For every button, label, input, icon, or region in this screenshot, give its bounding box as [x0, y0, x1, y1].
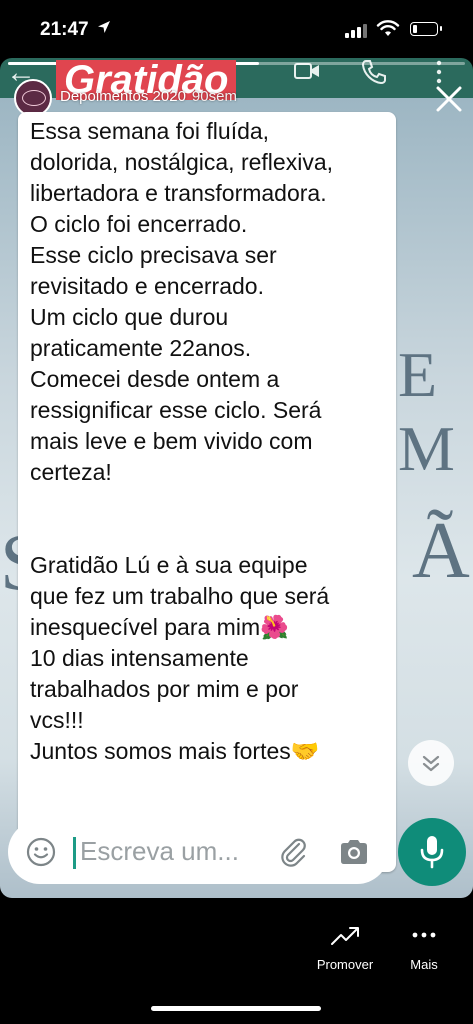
paperclip-icon[interactable] [278, 836, 310, 868]
story-view[interactable]: E M S Ã ← Gratidão Depoimentos 202090sem… [0, 58, 473, 898]
message-bubble: Essa semana foi fluída, dolorida, nostál… [18, 112, 396, 872]
wifi-icon [376, 20, 400, 36]
text-caret [73, 837, 76, 869]
status-bar: 21:47 [0, 0, 473, 58]
bottom-action-bar: Promover Mais [0, 898, 473, 1024]
account-name: Depoimentos 2020 [60, 88, 186, 105]
trending-up-icon [331, 927, 359, 945]
account-info[interactable]: Depoimentos 2020 90sem [60, 88, 237, 105]
microphone-button[interactable] [398, 818, 466, 886]
double-chevron-down-icon [422, 755, 440, 772]
story-time-ago: 90sem [191, 88, 237, 105]
message-input[interactable]: Escreva um... [80, 836, 239, 867]
background-letters-em: E M [398, 339, 455, 484]
home-indicator[interactable] [151, 1006, 321, 1011]
location-arrow-icon [98, 21, 110, 33]
promote-button[interactable]: Promover [305, 924, 385, 972]
message-input-bar[interactable]: Escreva um... [8, 820, 389, 884]
cell-signal-icon [345, 24, 367, 38]
status-time: 21:47 [40, 19, 89, 40]
scroll-down-button[interactable] [408, 740, 454, 786]
more-dots-icon [412, 932, 436, 938]
microphone-icon [420, 836, 444, 869]
more-label: Mais [410, 957, 438, 972]
background-letters-a: Ã [412, 507, 470, 595]
message-text: Essa semana foi fluída, dolorida, nostál… [30, 118, 333, 764]
close-icon[interactable] [432, 82, 466, 116]
camera-icon[interactable] [338, 837, 370, 867]
emoji-icon[interactable] [26, 837, 56, 867]
promote-label: Promover [316, 957, 374, 972]
more-button[interactable]: Mais [398, 924, 450, 972]
battery-icon [410, 22, 442, 36]
